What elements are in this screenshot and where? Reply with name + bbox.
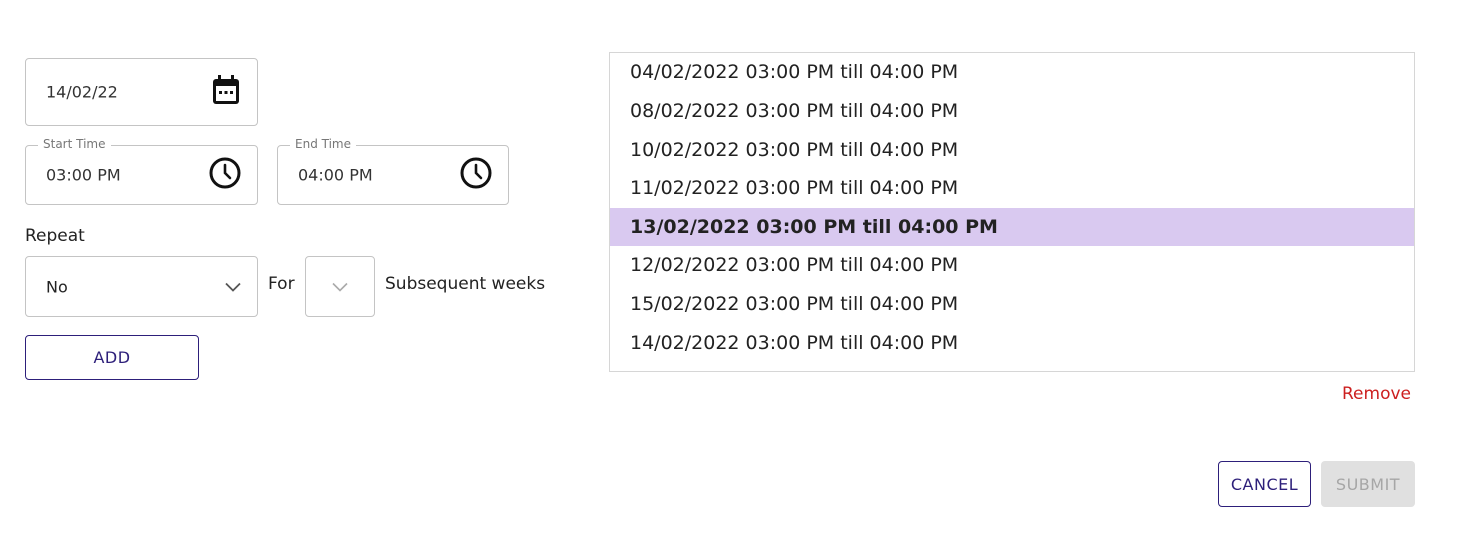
start-time-field[interactable]: Start Time 03:00 PM [25,137,258,205]
chevron-down-icon [332,277,348,296]
clock-icon[interactable] [460,157,492,193]
booking-form: 14/02/22 Start Time 03:00 PM End Time 04… [0,0,1466,536]
start-time-legend: Start Time [38,137,111,151]
submit-button: SUBMIT [1321,461,1415,507]
time-slot-item[interactable]: 13/02/2022 03:00 PM till 04:00 PM [610,207,1414,247]
repeat-select[interactable]: No [25,256,258,317]
add-button[interactable]: ADD [25,335,199,380]
time-slot-list[interactable]: 04/02/2022 03:00 PM till 04:00 PM 08/02/2… [609,52,1415,372]
date-field[interactable]: 14/02/22 [25,58,258,126]
time-slot-item[interactable]: 10/02/2022 03:00 PM till 04:00 PM [610,131,1414,170]
time-slot-item[interactable]: 11/02/2022 03:00 PM till 04:00 PM [610,169,1414,208]
start-time-value: 03:00 PM [46,165,121,185]
calendar-icon[interactable] [211,74,241,110]
time-slot-item[interactable]: 15/02/2022 03:00 PM till 04:00 PM [610,285,1414,324]
end-time-legend: End Time [290,137,356,151]
chevron-down-icon [225,277,241,296]
time-slot-item[interactable]: 14/02/2022 03:00 PM till 04:00 PM [610,324,1414,363]
cancel-button[interactable]: CANCEL [1218,461,1311,507]
time-slot-item[interactable]: 08/02/2022 03:00 PM till 04:00 PM [610,92,1414,131]
weeks-select[interactable] [305,256,375,317]
repeat-selected-value: No [46,277,68,296]
end-time-field[interactable]: End Time 04:00 PM [277,137,509,205]
clock-icon[interactable] [209,157,241,193]
end-time-value: 04:00 PM [298,165,373,185]
date-value: 14/02/22 [46,82,118,102]
time-slot-item[interactable]: 04/02/2022 03:00 PM till 04:00 PM [610,53,1414,92]
repeat-label: Repeat [25,226,85,246]
subsequent-weeks-label: Subsequent weeks [385,274,546,294]
time-slot-item[interactable]: 12/02/2022 03:00 PM till 04:00 PM [610,246,1414,285]
for-label: For [268,274,295,294]
remove-link[interactable]: Remove [1342,384,1411,404]
